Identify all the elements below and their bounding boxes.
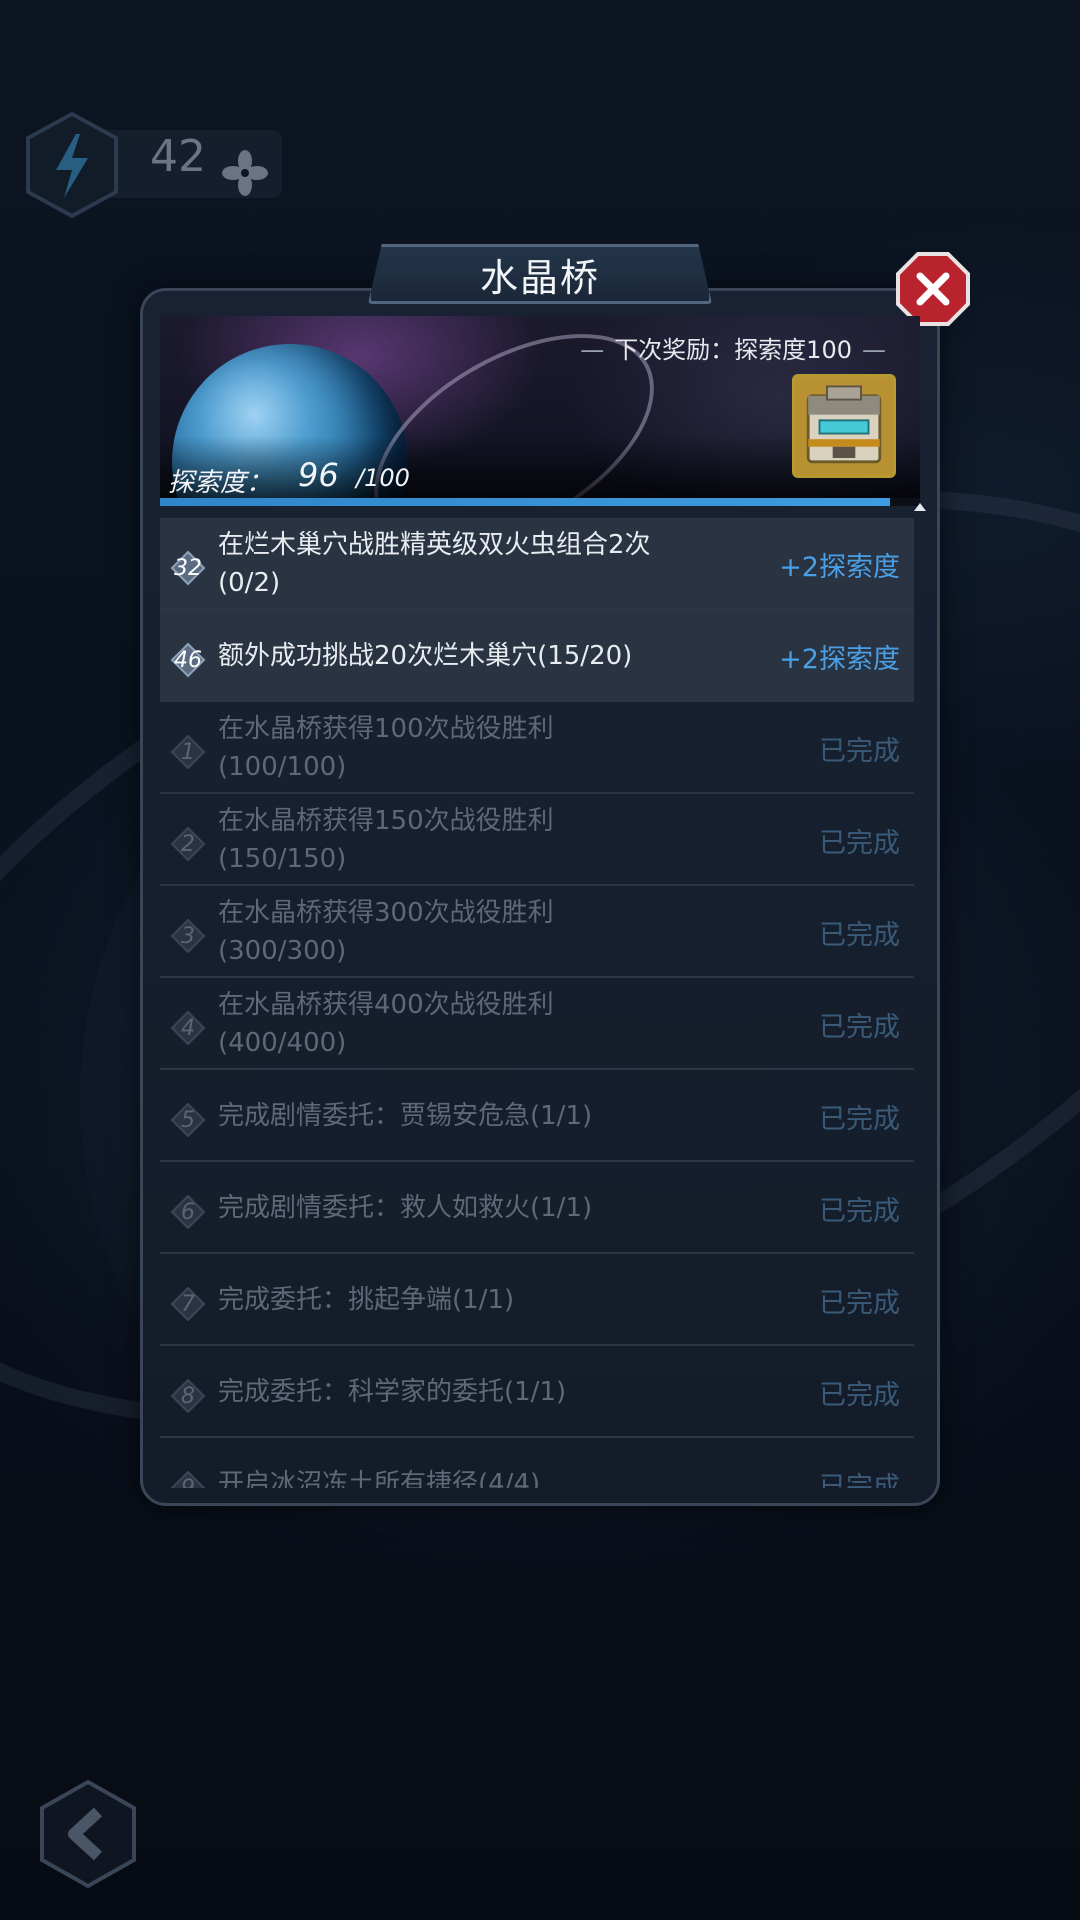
task-completed-label: 已完成 (819, 919, 900, 951)
task-number: 4 (181, 1016, 195, 1041)
fan-icon (222, 150, 268, 196)
task-line-1: 完成剧情委托：贾锡安危急(1/1) (218, 1101, 593, 1131)
task-completed-label: 已完成 (819, 1011, 900, 1043)
energy-value: 42 (150, 131, 206, 182)
task-line-1: 在水晶桥获得150次战役胜利 (218, 806, 554, 836)
task-line-1: 在水晶桥获得400次战役胜利 (218, 990, 554, 1020)
task-line-2: (0/2) (218, 568, 281, 598)
task-description: 完成剧情委托：贾锡安危急(1/1) (218, 1070, 718, 1162)
task-row[interactable]: 5 完成剧情委托：贾锡安危急(1/1) 已完成 (160, 1070, 914, 1162)
explore-progress-bar (160, 498, 920, 506)
scroll-up-indicator (914, 503, 926, 511)
task-line-1: 额外成功挑战20次烂木巢穴(15/20) (218, 641, 633, 671)
task-list[interactable]: 32 在烂木巢穴战胜精英级双火虫组合2次 (0/2) +2探索度 46 额外成功挑战20次… (160, 518, 914, 1488)
panel-title-tab: 水晶桥 (368, 244, 712, 304)
task-row[interactable]: 46 额外成功挑战20次烂木巢穴(15/20) +2探索度 (160, 610, 914, 702)
panel-title: 水晶桥 (479, 255, 600, 300)
task-line-2: (150/150) (218, 844, 347, 874)
task-description: 在水晶桥获得100次战役胜利 (100/100) (218, 702, 718, 794)
task-number: 2 (181, 832, 195, 857)
task-row[interactable]: 32 在烂木巢穴战胜精英级双火虫组合2次 (0/2) +2探索度 (160, 518, 914, 610)
task-completed-label: 已完成 (819, 827, 900, 859)
diamond-icon: 9 (170, 1470, 206, 1488)
chevron-left-icon[interactable] (38, 1778, 138, 1890)
diamond-icon: 8 (170, 1378, 206, 1414)
task-line-2: (300/300) (218, 936, 347, 966)
task-completed-label: 已完成 (819, 1103, 900, 1135)
diamond-icon: 5 (170, 1102, 206, 1138)
task-line-1: 完成剧情委托：救人如救火(1/1) (218, 1193, 593, 1223)
task-completed-label: 已完成 (819, 1195, 900, 1227)
diamond-icon: 6 (170, 1194, 206, 1230)
task-description: 在水晶桥获得400次战役胜利 (400/400) (218, 978, 718, 1070)
task-row[interactable]: 3 在水晶桥获得300次战役胜利 (300/300) 已完成 (160, 886, 914, 978)
task-number: 1 (181, 740, 195, 765)
close-icon[interactable] (896, 252, 970, 326)
task-line-1: 在水晶桥获得300次战役胜利 (218, 898, 554, 928)
task-description: 开启冰沼冻土所有捷径(4/4) (218, 1438, 718, 1488)
task-completed-label: 已完成 (819, 735, 900, 767)
diamond-icon: 4 (170, 1010, 206, 1046)
task-row[interactable]: 7 完成委托：挑起争端(1/1) 已完成 (160, 1254, 914, 1346)
task-line-1: 完成委托：挑起争端(1/1) (218, 1285, 515, 1315)
task-description: 完成委托：挑起争端(1/1) (218, 1254, 718, 1346)
task-description: 在水晶桥获得300次战役胜利 (300/300) (218, 886, 718, 978)
explore-label: 探索度： (168, 468, 273, 498)
explore-progress-fill (160, 498, 890, 506)
task-line-1: 完成委托：科学家的委托(1/1) (218, 1377, 567, 1407)
treasure-chest-icon[interactable] (792, 374, 896, 478)
next-reward-label: — 下次奖励：探索度100— (580, 336, 886, 364)
diamond-icon: 46 (170, 642, 206, 678)
task-number: 5 (181, 1108, 195, 1133)
task-row[interactable]: 2 在水晶桥获得150次战役胜利 (150/150) 已完成 (160, 794, 914, 886)
diamond-icon: 1 (170, 734, 206, 770)
diamond-icon: 7 (170, 1286, 206, 1322)
task-row[interactable]: 1 在水晶桥获得100次战役胜利 (100/100) 已完成 (160, 702, 914, 794)
diamond-icon: 32 (170, 550, 206, 586)
lightning-icon (26, 111, 118, 219)
explore-current: 96 (298, 456, 339, 494)
task-number: 3 (181, 924, 195, 949)
task-number: 32 (174, 556, 202, 581)
game-screen: 42 水晶桥 — 下次奖励：探索度100— 探索度： 96 /100 32 在烂… (0, 0, 1080, 1920)
task-row[interactable]: 8 完成委托：科学家的委托(1/1) 已完成 (160, 1346, 914, 1438)
explore-max: /100 (356, 464, 410, 492)
task-line-1: 在水晶桥获得100次战役胜利 (218, 714, 554, 744)
task-completed-label: 已完成 (819, 1379, 900, 1411)
task-number: 46 (174, 648, 202, 673)
diamond-icon: 3 (170, 918, 206, 954)
task-number: 6 (181, 1200, 195, 1225)
task-line-2: (400/400) (218, 1028, 347, 1058)
task-description: 在水晶桥获得150次战役胜利 (150/150) (218, 794, 718, 886)
task-description: 在烂木巢穴战胜精英级双火虫组合2次 (0/2) (218, 518, 718, 610)
task-description: 完成委托：科学家的委托(1/1) (218, 1346, 718, 1438)
task-number: 7 (181, 1292, 195, 1317)
task-number: 9 (170, 1476, 206, 1488)
task-completed-label: 已完成 (819, 1287, 900, 1319)
location-banner: — 下次奖励：探索度100— 探索度： 96 /100 (160, 316, 920, 502)
task-line-1: 在烂木巢穴战胜精英级双火虫组合2次 (218, 530, 651, 560)
task-number: 8 (181, 1384, 195, 1409)
task-line-2: (100/100) (218, 752, 347, 782)
task-description: 完成剧情委托：救人如救火(1/1) (218, 1162, 718, 1254)
task-completed-label: 已完成 (819, 1471, 900, 1489)
task-row[interactable]: 9 开启冰沼冻土所有捷径(4/4) 已完成 (160, 1438, 914, 1488)
task-reward: +2探索度 (779, 551, 900, 583)
task-row[interactable]: 6 完成剧情委托：救人如救火(1/1) 已完成 (160, 1162, 914, 1254)
task-description: 额外成功挑战20次烂木巢穴(15/20) (218, 610, 718, 702)
task-reward: +2探索度 (779, 643, 900, 675)
task-line-1: 开启冰沼冻土所有捷径(4/4) (218, 1469, 541, 1488)
task-row[interactable]: 4 在水晶桥获得400次战役胜利 (400/400) 已完成 (160, 978, 914, 1070)
diamond-icon: 2 (170, 826, 206, 862)
